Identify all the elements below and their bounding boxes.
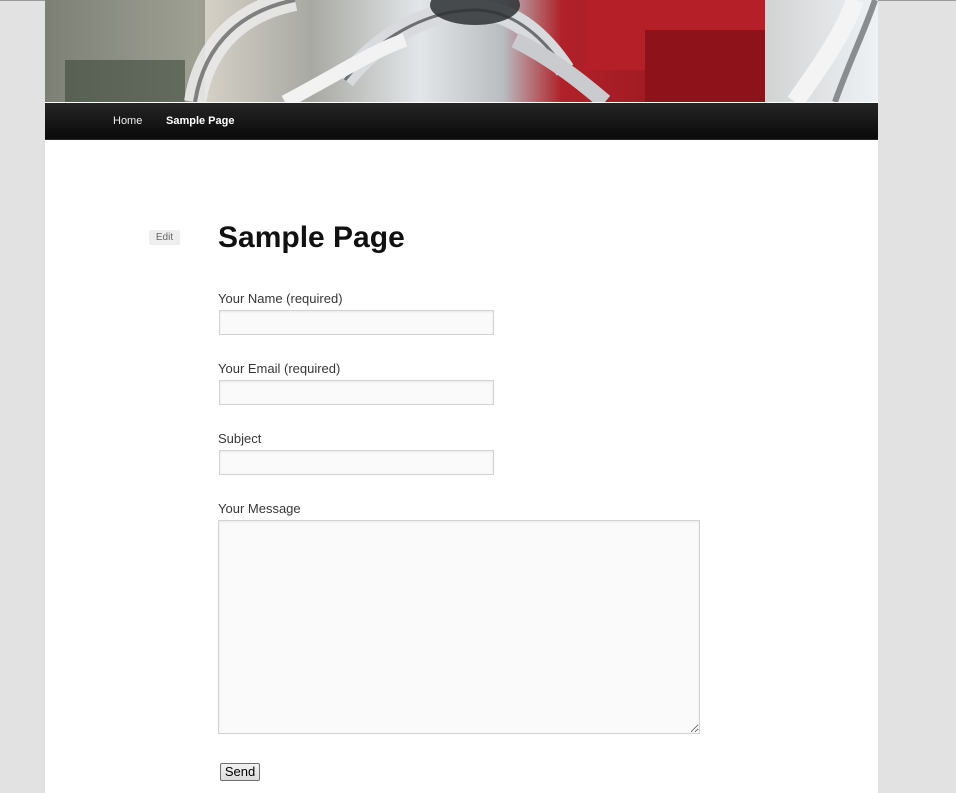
header-banner-image[interactable] [45, 0, 878, 102]
email-label: Your Email (required) [218, 361, 341, 376]
edit-link[interactable]: Edit [149, 230, 180, 245]
subject-label: Subject [218, 431, 262, 446]
message-label: Your Message [218, 501, 301, 516]
send-button[interactable]: Send [220, 763, 260, 781]
main-navigation: Home Sample Page [45, 103, 878, 140]
name-label: Your Name (required) [218, 291, 343, 306]
steering-wheel-photo [45, 0, 878, 102]
page-title: Sample Page [218, 221, 405, 254]
nav-item-sample-page[interactable]: Sample Page [166, 103, 234, 139]
email-input[interactable] [219, 380, 494, 405]
subject-input[interactable] [219, 450, 494, 475]
nav-item-home[interactable]: Home [113, 103, 142, 139]
name-input[interactable] [219, 310, 494, 335]
page-container: Home Sample Page Edit Sample Page Your N… [45, 0, 878, 793]
message-textarea[interactable] [218, 520, 700, 734]
